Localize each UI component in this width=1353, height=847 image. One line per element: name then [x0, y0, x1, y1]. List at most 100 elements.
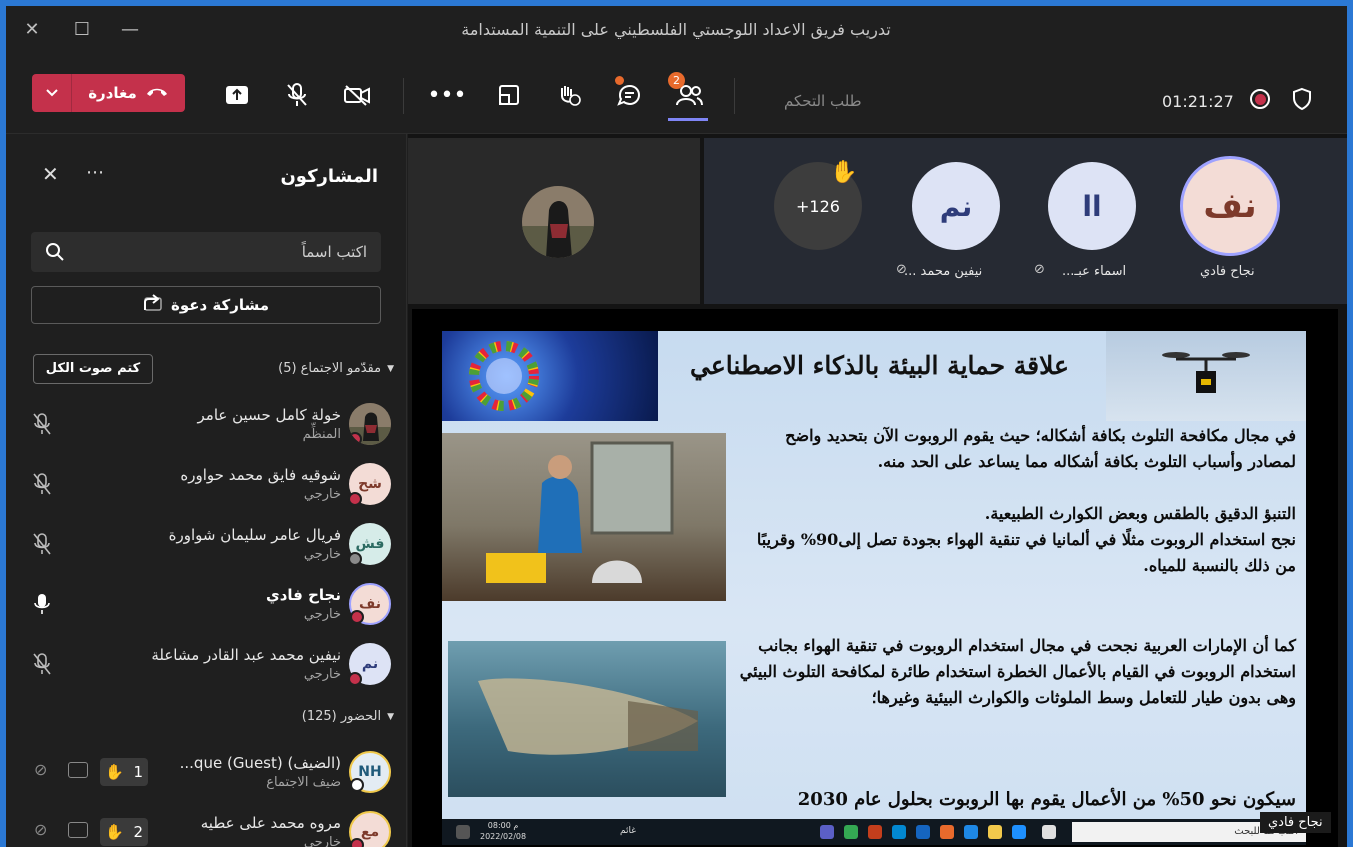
- shared-taskbar: اكتب هنا للبحث غائم 08:00 م 2022/02/08: [442, 819, 1306, 845]
- gallery-row: +126 ✋ نم نيفين محمد ... ⊘ اا اسماء عبـ.…: [704, 138, 1347, 304]
- camera-off-icon[interactable]: [340, 78, 374, 112]
- more-options-icon[interactable]: •••: [428, 78, 467, 112]
- search-input[interactable]: اكتب اسماً: [302, 243, 367, 261]
- avatar: شح: [348, 463, 391, 506]
- close-panel-icon[interactable]: ✕: [42, 162, 59, 186]
- invite-label: مشاركة دعوة: [170, 296, 270, 314]
- mic-muted-icon: ⊘: [896, 262, 907, 277]
- outlook-icon: [916, 825, 930, 839]
- meeting-timer: 01:21:27: [1162, 92, 1234, 111]
- chrome-icon: [844, 825, 858, 839]
- attendees-section-label: الحضور (125): [301, 709, 382, 724]
- avatar-initials: نف: [359, 596, 381, 612]
- active-tab-indicator: [668, 118, 708, 121]
- mic-muted-icon: ⊘: [34, 760, 48, 779]
- mic-muted-icon[interactable]: [32, 652, 54, 676]
- drone-image: [1106, 331, 1306, 421]
- participant-row[interactable]: نف نجاح فادي خارجي: [6, 574, 407, 634]
- participants-panel: المشاركون ⋯ ✕ اكتب اسماً مشاركة دعوة ▼ م…: [6, 134, 407, 847]
- leave-button[interactable]: مغادرة: [32, 74, 185, 112]
- hand-order: 2: [133, 823, 144, 841]
- section-collapse-icon: ▼: [387, 363, 394, 374]
- mic-muted-icon[interactable]: [32, 412, 54, 436]
- taskbar-time: 08:00 م: [487, 821, 519, 830]
- participant-row[interactable]: مع مروه محمد على عطيه خارجي ✋ 2 ⊘: [6, 802, 407, 847]
- panel-more-icon[interactable]: ⋯: [86, 162, 104, 183]
- title-bar: ✕ ☐ — تدريب فريق الاعداد اللوجستي الفلسط…: [6, 6, 1347, 54]
- underwater-robot-photo: [448, 641, 726, 797]
- mic-muted-icon[interactable]: [32, 532, 54, 556]
- avatar: فش: [348, 523, 391, 566]
- presenter-name-label: نجاح فادي: [1260, 812, 1331, 833]
- recording-icon: [1250, 89, 1270, 109]
- presentation-slide: علاقة حماية البيئة بالذكاء الاصطناعي في …: [442, 331, 1306, 819]
- participant-role: خارجي: [303, 607, 341, 622]
- participant-role: خارجي: [303, 835, 341, 847]
- participant-name: فريال عامر سليمان شواورة: [168, 526, 341, 544]
- mute-all-button[interactable]: كتم صوت الكل: [33, 354, 153, 384]
- participant-row[interactable]: شح شوقيه فايق محمد حواوره خارجي: [6, 454, 407, 514]
- presenters-section-label: مقدّمو الاجتماع (5): [278, 361, 382, 376]
- mic-on-icon[interactable]: [32, 592, 54, 616]
- participant-tile-name: اسماء عبـ...: [1062, 264, 1126, 279]
- participant-row[interactable]: خولة كامل حسين عامر المنظِّم: [6, 394, 407, 454]
- meeting-stage: +126 ✋ نم نيفين محمد ... ⊘ اا اسماء عبـ.…: [408, 134, 1347, 847]
- raised-hand-badge: ✋ 1: [100, 758, 148, 786]
- participant-row[interactable]: فش فريال عامر سليمان شواورة خارجي: [6, 514, 407, 574]
- participants-badge: 2: [668, 72, 685, 89]
- taskbar-clock: 08:00 م 2022/02/08: [480, 820, 526, 842]
- hang-up-icon: [145, 84, 169, 102]
- participant-name: خولة كامل حسين عامر: [197, 406, 341, 424]
- chat-icon[interactable]: [612, 76, 646, 112]
- minimize-window-icon[interactable]: —: [116, 16, 144, 44]
- mic-muted-icon[interactable]: [280, 78, 314, 112]
- slide-paragraph-5: سيكون نحو 50% من الأعمال يقوم بها الروبو…: [797, 789, 1296, 810]
- window-title: تدريب فريق الاعداد اللوجستي الفلسطيني عل…: [461, 20, 891, 39]
- close-window-icon[interactable]: ✕: [18, 16, 46, 44]
- presenters-section-header[interactable]: ▼ مقدّمو الاجتماع (5): [278, 361, 394, 376]
- mail-icon: [964, 825, 978, 839]
- skype-icon: [892, 825, 906, 839]
- camera-off-icon: [68, 762, 88, 778]
- camera-off-icon: [68, 822, 88, 838]
- edge-icon: [1012, 825, 1026, 839]
- slide-paragraph-2: التنبؤ الدقيق بالطقس وبعض الكوارث الطبيع…: [984, 504, 1296, 523]
- shared-screen[interactable]: علاقة حماية البيئة بالذكاء الاصطناعي في …: [412, 309, 1338, 847]
- request-control-button[interactable]: طلب التحكم: [784, 92, 862, 110]
- mic-muted-icon[interactable]: [32, 472, 54, 496]
- maximize-window-icon[interactable]: ☐: [68, 16, 96, 44]
- participant-role: المنظِّم: [302, 427, 341, 442]
- leave-options-chevron-icon[interactable]: [32, 74, 72, 112]
- participant-avatar-speaking[interactable]: نف: [1180, 156, 1280, 256]
- participant-avatar[interactable]: اا: [1048, 162, 1136, 250]
- participant-name: شوقيه فايق محمد حواوره: [180, 466, 341, 484]
- reactions-icon[interactable]: [552, 78, 586, 112]
- attendees-section-header[interactable]: ▼ الحضور (125): [302, 709, 394, 724]
- view-layout-icon[interactable]: [492, 78, 526, 112]
- participant-avatar[interactable]: نم: [912, 162, 1000, 250]
- avatar: [349, 403, 391, 445]
- sdg-wheel-image: [442, 331, 658, 421]
- mic-muted-icon: ⊘: [34, 820, 48, 839]
- share-invite-button[interactable]: مشاركة دعوة: [31, 286, 381, 324]
- more-participants-count: +126: [796, 196, 840, 216]
- share-screen-icon[interactable]: [220, 78, 254, 112]
- robot-researcher-photo: [442, 433, 726, 601]
- explorer-icon: [988, 825, 1002, 839]
- participant-role: خارجي: [303, 547, 341, 562]
- teams-icon: [820, 825, 834, 839]
- mic-muted-icon: ⊘: [1034, 262, 1045, 277]
- tile-name-text: نيفين محمد ...: [904, 264, 983, 279]
- participant-tile-name: نجاح فادي: [1200, 264, 1255, 279]
- avatar-initials: نف: [1203, 186, 1257, 226]
- participant-row[interactable]: نم نيفين محمد عبد القادر مشاعلة خارجي: [6, 634, 407, 694]
- toolbar-separator: [403, 78, 404, 114]
- participants-icon[interactable]: 2: [668, 72, 706, 112]
- shield-icon[interactable]: [1292, 87, 1312, 115]
- participant-row[interactable]: NH (الضيف) (Guest) que... ضيف الاجتماع ✋…: [6, 742, 407, 802]
- slide-title: علاقة حماية البيئة بالذكاء الاصطناعي: [690, 351, 1069, 380]
- video-tile[interactable]: [408, 138, 700, 304]
- status-busy-dot: [350, 838, 364, 847]
- search-participants[interactable]: اكتب اسماً: [31, 232, 381, 272]
- raised-hand-icon: ✋: [830, 160, 858, 185]
